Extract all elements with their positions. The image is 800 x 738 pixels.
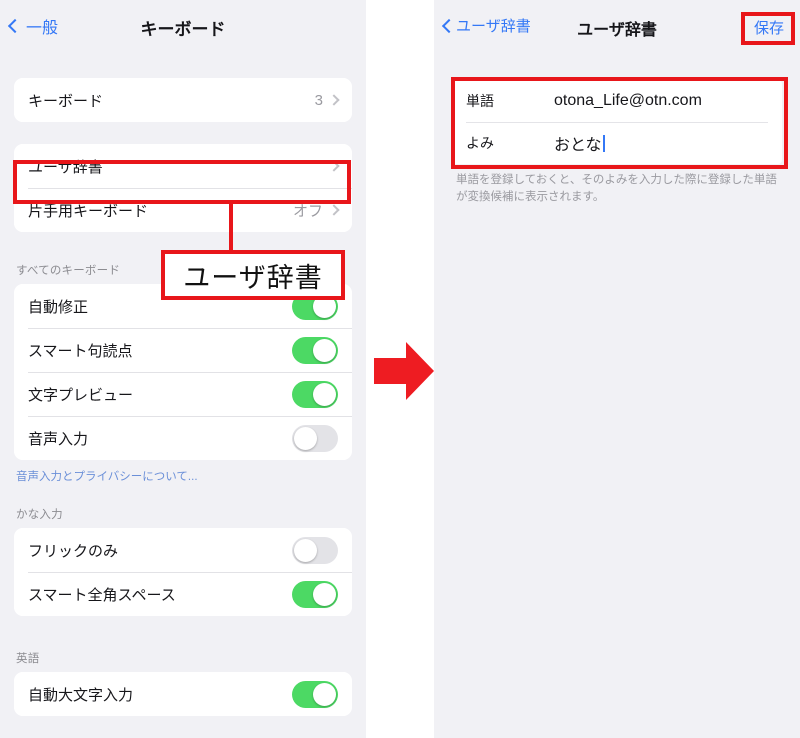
form-help-text: 単語を登録しておくと、そのよみを入力した際に登録した単語が変換候補に表示されます… (456, 174, 777, 204)
toggle-knob (313, 682, 336, 706)
row-label: 自動大文字入力 (28, 686, 134, 704)
toggle-character-preview[interactable] (292, 380, 338, 408)
toggle-knob (313, 338, 336, 362)
keyboards-group: キーボード 3 (14, 78, 352, 122)
page-title: キーボード (140, 20, 226, 39)
row-smart-punctuation[interactable]: スマート句読点 (14, 328, 352, 372)
row-label: キーボード (28, 92, 104, 110)
reading-input[interactable]: おとな (554, 131, 602, 155)
callout-user-dictionary: ユーザ辞書 (161, 250, 345, 300)
section-header-kana-input: かな入力 (16, 509, 63, 521)
page-title: ユーザ辞書 (577, 22, 657, 39)
row-user-dictionary[interactable]: ユーザ辞書 (14, 144, 352, 188)
dictionary-entry-form: 単語 otona_Life@otn.com よみ おとな (452, 80, 782, 164)
row-flick-only[interactable]: フリックのみ (14, 528, 352, 572)
row-label: スマート句読点 (28, 342, 133, 360)
english-group: 自動大文字入力 (14, 672, 352, 716)
dictionary-group: ユーザ辞書 片手用キーボード オフ (14, 144, 352, 232)
row-value: 3 (314, 91, 323, 109)
toggle-auto-capitalization[interactable] (292, 680, 338, 708)
toggle-smart-fullwidth-space[interactable] (292, 580, 338, 608)
save-button[interactable]: 保存 (754, 17, 784, 38)
voice-privacy-link[interactable]: 音声入力とプライバシーについて... (0, 460, 366, 484)
row-voice-input[interactable]: 音声入力 (14, 416, 352, 460)
screenshot-root: 一般 キーボード キーボード 3 ユーザ辞書 片手用キーボード オフ すべてのキ… (0, 0, 800, 738)
toggle-knob (294, 426, 317, 450)
chevron-right-icon (328, 160, 340, 172)
toggle-knob (313, 382, 336, 406)
toggle-knob (313, 582, 336, 606)
toggle-flick-only[interactable] (292, 536, 338, 564)
row-label: 片手用キーボード (28, 202, 149, 220)
row-character-preview[interactable]: 文字プレビュー (14, 372, 352, 416)
toggle-knob (294, 538, 317, 562)
row-one-handed-keyboard[interactable]: 片手用キーボード オフ (14, 188, 352, 232)
english-section: 英語 自動大文字入力 (0, 650, 366, 716)
kana-input-group: フリックのみ スマート全角スペース (14, 528, 352, 616)
row-label: 文字プレビュー (28, 386, 134, 404)
left-nav-bar: 一般 キーボード (0, 0, 366, 56)
row-value: オフ (292, 202, 323, 220)
kana-input-section: かな入力 フリックのみ スマート全角スペース (0, 506, 366, 616)
chevron-right-icon (328, 204, 340, 216)
right-nav-bar: ユーザ辞書 ユーザ辞書 保存 (434, 0, 800, 56)
form-row-reading[interactable]: よみ おとな (452, 122, 782, 164)
row-label: スマート全角スペース (28, 586, 176, 604)
row-label: フリックのみ (28, 542, 119, 560)
row-auto-capitalization[interactable]: 自動大文字入力 (14, 672, 352, 716)
row-label: ユーザ辞書 (28, 158, 103, 176)
row-keyboards[interactable]: キーボード 3 (14, 78, 352, 122)
form-row-word[interactable]: 単語 otona_Life@otn.com (452, 80, 782, 122)
toggle-voice-input[interactable] (292, 424, 338, 452)
chevron-right-icon (328, 94, 340, 106)
red-right-arrow-icon (374, 342, 434, 400)
field-label-reading: よみ (466, 135, 494, 151)
keyboard-settings-screen: 一般 キーボード キーボード 3 ユーザ辞書 片手用キーボード オフ すべてのキ… (0, 0, 366, 738)
text-caret (602, 134, 605, 152)
field-label-word: 単語 (466, 93, 494, 109)
callout-text: ユーザ辞書 (183, 262, 323, 293)
row-label: 音声入力 (28, 430, 89, 448)
user-dictionary-edit-screen: ユーザ辞書 ユーザ辞書 保存 単語 otona_Life@otn.com よみ … (434, 0, 800, 738)
all-keyboards-group: 自動修正 スマート句読点 文字プレビュー 音声入力 (14, 284, 352, 460)
callout-connector-line (229, 200, 233, 254)
word-input[interactable]: otona_Life@otn.com (554, 92, 702, 110)
toggle-smart-punctuation[interactable] (292, 336, 338, 364)
section-header-english: 英語 (16, 653, 40, 665)
row-smart-fullwidth-space[interactable]: スマート全角スペース (14, 572, 352, 616)
